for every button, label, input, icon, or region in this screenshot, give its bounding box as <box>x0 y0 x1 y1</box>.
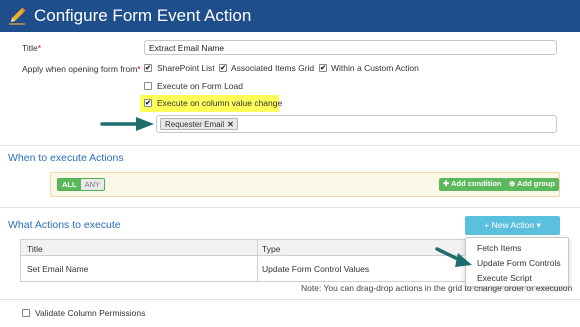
validate-permissions-label: Validate Column Permissions <box>35 308 146 318</box>
associated-items-grid-checkbox[interactable]: ✔ <box>219 64 227 72</box>
execute-on-change-label: Execute on column value change <box>157 98 283 108</box>
dialog-title-bar: Configure Form Event Action <box>0 0 580 32</box>
column-tag: Requester Email ✕ <box>160 118 238 130</box>
execute-on-load-label: Execute on Form Load <box>157 81 243 91</box>
sharepoint-list-checkbox[interactable]: ✔ <box>144 64 152 72</box>
custom-action-label: Within a Custom Action <box>331 63 419 73</box>
column-tag-label: Requester Email <box>165 120 225 129</box>
column-divider <box>257 240 258 255</box>
all-any-toggle[interactable]: ALL ANY <box>57 178 106 191</box>
divider <box>0 145 580 146</box>
annotation-arrow-icon <box>100 117 154 131</box>
divider <box>0 299 580 300</box>
divider <box>0 207 580 208</box>
associated-items-grid-label: Associated Items Grid <box>231 63 315 73</box>
apply-when-label: Apply when opening form from* <box>22 64 141 74</box>
execute-on-load-checkbox[interactable] <box>144 82 152 90</box>
column-header-type[interactable]: Type <box>262 244 280 254</box>
dialog-title: Configure Form Event Action <box>34 6 252 25</box>
conditions-panel: ALL ANY ✚ Add condition ⊕ Add group <box>50 172 560 197</box>
sharepoint-list-label: SharePoint List <box>157 63 215 73</box>
column-tag-input[interactable]: Requester Email ✕ <box>156 115 557 133</box>
execute-on-change-checkbox[interactable]: ✔ <box>144 99 152 107</box>
column-header-title[interactable]: Title <box>27 244 43 254</box>
tag-remove-icon[interactable]: ✕ <box>227 120 234 129</box>
menu-item-execute-script[interactable]: Execute Script <box>477 273 532 283</box>
pencil-icon <box>9 7 26 25</box>
toggle-all[interactable]: ALL <box>58 179 81 190</box>
validate-permissions-checkbox[interactable] <box>22 309 30 317</box>
custom-action-checkbox[interactable]: ✔ <box>319 64 327 72</box>
title-input[interactable]: Extract Email Name <box>144 40 557 55</box>
title-label: Title* <box>22 43 42 53</box>
add-group-button[interactable]: ⊕ Add group <box>505 178 559 191</box>
row-title-cell: Set Email Name <box>27 264 89 274</box>
add-condition-button[interactable]: ✚ Add condition <box>439 178 506 191</box>
new-action-button[interactable]: + New Action ▾ <box>465 216 560 235</box>
column-divider <box>257 256 258 281</box>
menu-item-update-form-controls[interactable]: Update Form Controls <box>477 258 561 268</box>
row-type-cell: Update Form Control Values <box>262 264 370 274</box>
when-to-execute-heading: When to execute Actions <box>8 152 124 164</box>
toggle-any[interactable]: ANY <box>80 179 105 190</box>
menu-item-fetch-items[interactable]: Fetch Items <box>477 243 521 253</box>
new-action-dropdown-menu: Fetch Items Update Form Controls Execute… <box>465 237 569 287</box>
what-actions-heading: What Actions to execute <box>8 219 121 231</box>
annotation-arrow-icon <box>435 247 472 267</box>
